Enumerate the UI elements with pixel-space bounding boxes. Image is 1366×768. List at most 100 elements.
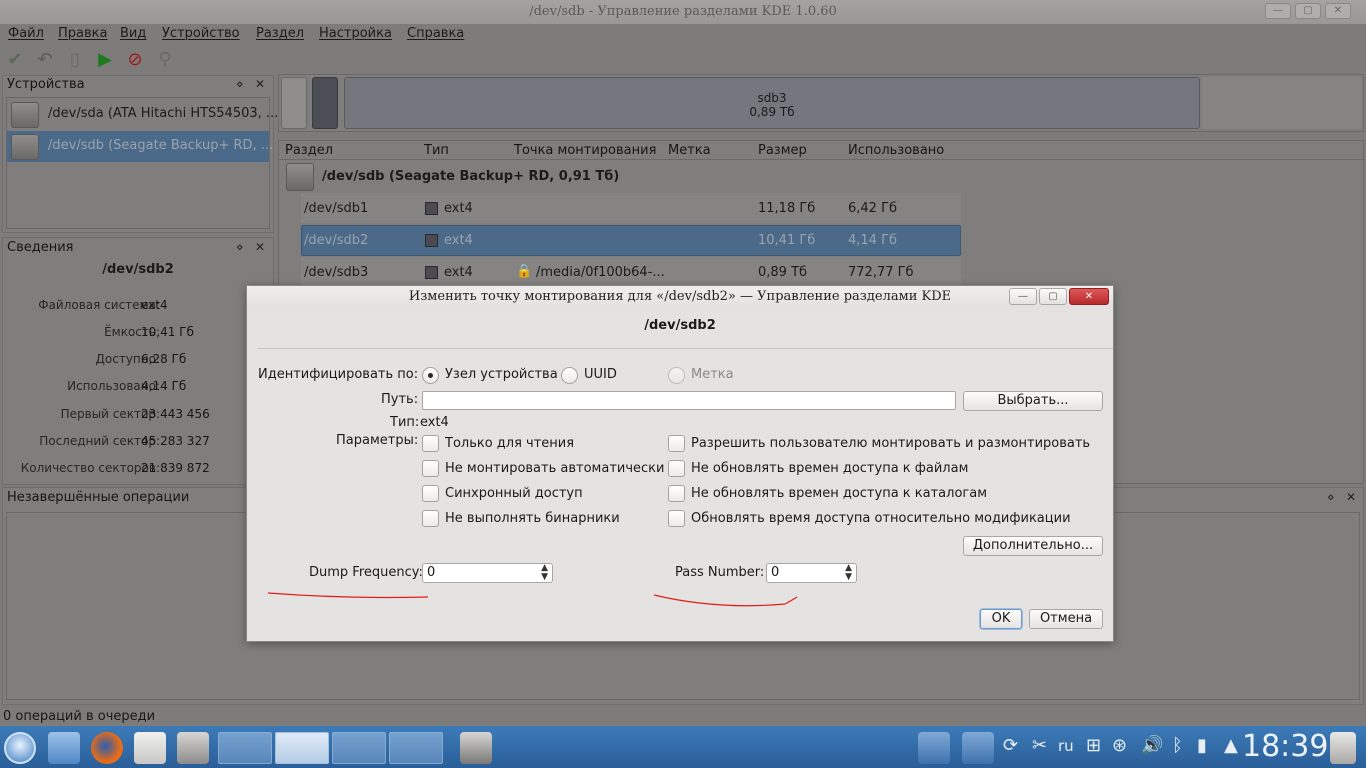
taskbar: ⟳ ✂ ru ⊞ ⊛ 🔊 ᛒ ▮ ▲ 18:39 [0, 726, 1366, 768]
annotation-underline-dump [267, 592, 429, 599]
info-value: 10,41 Гб [141, 325, 194, 339]
fs-color-swatch [425, 234, 438, 247]
stop-icon[interactable]: ⊘ [124, 49, 146, 71]
panel-close-icon[interactable]: ✕ [255, 240, 265, 254]
cell-used: 4,14 Гб [848, 233, 898, 248]
menubar: Файл Правка Вид Устройство Раздел Настро… [0, 24, 1366, 46]
menu-help[interactable]: Справка [407, 26, 464, 41]
info-value: 4,14 Гб [141, 379, 187, 393]
lock-icon: 🔒 [516, 264, 533, 279]
cell-type: ext4 [444, 233, 473, 248]
device-row[interactable]: /dev/sdb (Seagate Backup+ RD, 0,91 Тб) [322, 169, 619, 184]
apply-icon[interactable]: ✔ [4, 49, 26, 71]
cell-type: ext4 [444, 201, 473, 216]
desktop-folder-icon[interactable] [962, 732, 994, 764]
pending-panel-title: Незавершённые операции [7, 490, 190, 505]
device-item-sdb[interactable]: /dev/sdb (Seagate Backup+ RD, ... [7, 131, 273, 162]
cell-partition: /dev/sdb2 [304, 233, 369, 248]
network-icon[interactable]: ⊞ [1086, 734, 1101, 758]
task-window[interactable] [389, 732, 443, 764]
partition-manager-icon[interactable] [460, 732, 492, 764]
col-header-used[interactable]: Использовано [848, 143, 944, 158]
cell-size: 11,18 Гб [758, 201, 816, 216]
col-header-type[interactable]: Тип [424, 143, 449, 158]
device-label: /dev/sdb (Seagate Backup+ RD, ... [48, 138, 274, 153]
bluetooth-icon[interactable]: ᛒ [1172, 734, 1183, 758]
update-icon[interactable]: ⟳ [1003, 734, 1018, 758]
task-window-active[interactable] [275, 732, 329, 764]
klipper-icon[interactable]: ✂ [1032, 734, 1047, 758]
menu-file[interactable]: Файл [8, 26, 44, 41]
cancel-button[interactable]: Отмена [1029, 609, 1103, 629]
clock[interactable]: 18:39 [1242, 728, 1328, 766]
battery-icon[interactable]: ▮ [1197, 734, 1207, 758]
harddisk-icon [11, 134, 39, 160]
task-window[interactable] [332, 732, 386, 764]
close-button[interactable]: ✕ [1325, 3, 1351, 19]
col-header-partition[interactable]: Раздел [285, 143, 333, 158]
cell-used: 6,42 Гб [848, 201, 898, 216]
file-manager-icon[interactable] [48, 732, 80, 764]
panel-float-icon[interactable]: ⋄ [1327, 490, 1335, 504]
devices-panel-title: Устройства [7, 77, 85, 92]
info-value: 21 839 872 [141, 461, 210, 475]
cell-mountpoint: /media/0f100b64-... [536, 265, 665, 280]
partition-block-sdb1[interactable] [281, 77, 307, 129]
broom-icon[interactable]: ⚲ [154, 49, 176, 71]
mail-icon[interactable] [134, 732, 166, 764]
info-value: 23 443 456 [141, 407, 210, 421]
run-icon[interactable]: ▶ [94, 49, 116, 71]
menu-device[interactable]: Устройство [162, 26, 240, 41]
unallocated-block[interactable] [1202, 77, 1362, 129]
volume-icon[interactable]: 🔊 [1141, 734, 1163, 758]
red-annotation-marks [267, 592, 798, 607]
keyboard-layout[interactable]: ru [1058, 734, 1074, 758]
info-device: /dev/sdb2 [102, 262, 174, 277]
harddisk-icon [11, 102, 39, 128]
wifi-icon[interactable]: ⊛ [1112, 734, 1127, 758]
maximize-button[interactable]: ▢ [1295, 3, 1321, 19]
col-header-label[interactable]: Метка [668, 143, 711, 158]
info-key: Количество секторов: [20, 461, 160, 475]
info-value: 6,28 Гб [141, 352, 187, 366]
panel-float-icon[interactable]: ⋄ [236, 77, 244, 91]
partition-block-sdb3[interactable]: sdb3 0,89 Тб [344, 77, 1200, 129]
header-divider [279, 159, 1363, 160]
cell-size: 10,41 Гб [758, 233, 816, 248]
cell-used: 772,77 Гб [848, 265, 914, 280]
col-header-size[interactable]: Размер [758, 143, 807, 158]
menu-partition[interactable]: Раздел [256, 26, 304, 41]
device-item-sda[interactable]: /dev/sda (ATA Hitachi HTS54503, ... [7, 99, 278, 130]
task-window[interactable] [218, 732, 272, 764]
menu-view[interactable]: Вид [120, 26, 146, 41]
window-title: /dev/sdb - Управление разделами KDE 1.0.… [529, 4, 837, 19]
cell-partition: /dev/sdb1 [304, 201, 369, 216]
minimize-button[interactable]: — [1265, 3, 1291, 19]
harddisk-icon [286, 163, 314, 191]
mountpoint-dialog: Изменить точку монтирования для «/dev/sd… [246, 285, 1114, 642]
panel-close-icon[interactable]: ✕ [1346, 490, 1356, 504]
info-value: 45 283 327 [141, 434, 210, 448]
menu-edit[interactable]: Правка [58, 26, 107, 41]
firefox-icon[interactable] [91, 732, 123, 764]
show-desktop-icon[interactable] [918, 732, 950, 764]
ok-button[interactable]: OK [980, 609, 1022, 629]
cashew-icon[interactable] [1330, 732, 1356, 764]
partition-label: sdb3 [757, 91, 787, 105]
status-text: 0 операций в очереди [3, 709, 156, 724]
panel-float-icon[interactable]: ⋄ [236, 240, 244, 254]
settings-icon[interactable] [177, 732, 209, 764]
kde-launcher-icon[interactable] [4, 732, 36, 764]
undo-icon[interactable]: ↶ [34, 49, 56, 71]
device-label: /dev/sda (ATA Hitachi HTS54503, ... [48, 106, 279, 121]
toolbar: ✔ ↶ ▯ ▶ ⊘ ⚲ [0, 46, 1366, 74]
cell-type: ext4 [444, 265, 473, 280]
devices-panel: Устройства ⋄ ✕ /dev/sda (ATA Hitachi HTS… [2, 75, 278, 233]
col-header-mountpoint[interactable]: Точка монтирования [514, 143, 656, 158]
tray-expand-icon[interactable]: ▲ [1224, 734, 1238, 758]
partition-block-sdb2[interactable] [312, 77, 338, 129]
fs-color-swatch [425, 202, 438, 215]
clear-icon[interactable]: ▯ [64, 49, 86, 71]
menu-settings[interactable]: Настройка [319, 26, 392, 41]
panel-close-icon[interactable]: ✕ [255, 77, 265, 91]
